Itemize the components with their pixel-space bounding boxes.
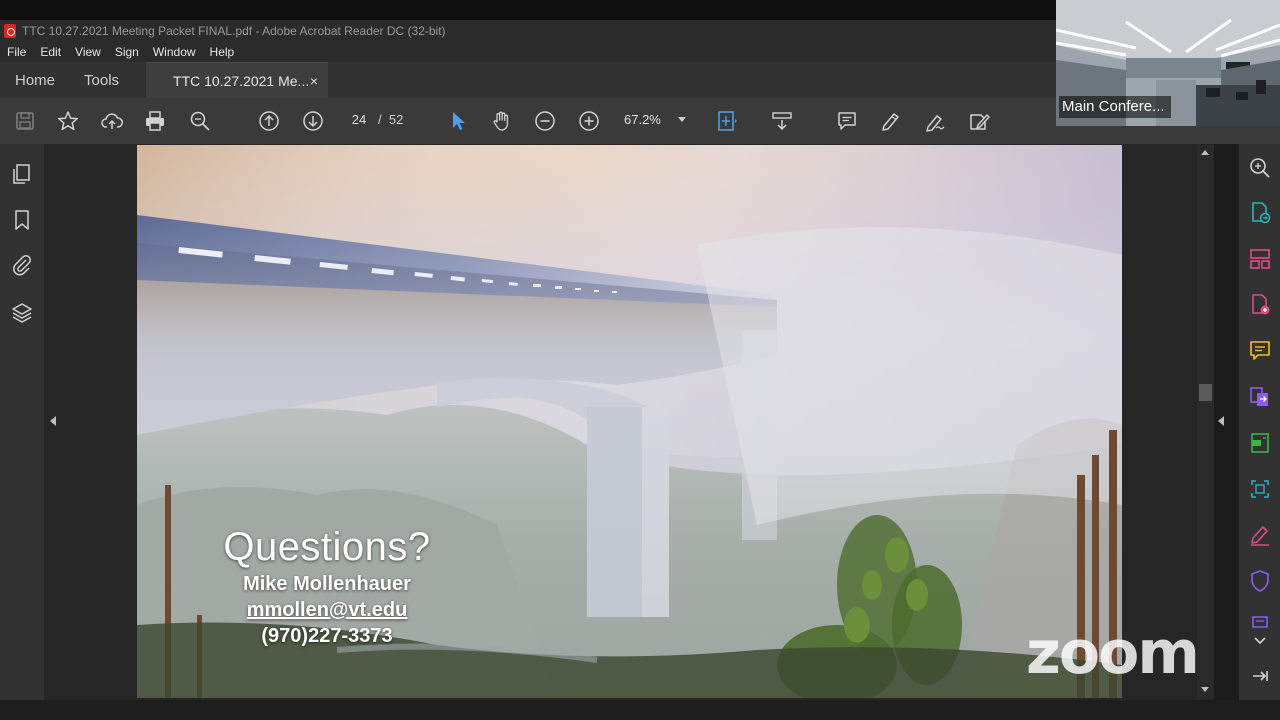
zoom-video-tile[interactable]: Main Confere... — [1056, 0, 1280, 126]
scrolling-mode-icon[interactable] — [769, 108, 795, 134]
organize-pages-icon[interactable] — [1248, 247, 1272, 271]
scroll-up-icon[interactable] — [1201, 150, 1209, 155]
create-pdf-icon[interactable] — [1248, 293, 1272, 317]
scroll-thumb[interactable] — [1199, 384, 1212, 401]
layers-icon[interactable] — [10, 301, 34, 325]
cloud-upload-icon[interactable] — [99, 108, 125, 134]
comment-tool-icon[interactable] — [1248, 339, 1272, 363]
page-count: / 52 — [378, 112, 404, 127]
vertical-scrollbar[interactable] — [1197, 145, 1214, 698]
expand-tools-chevron-icon[interactable] — [1248, 629, 1272, 653]
next-page-icon[interactable] — [300, 108, 326, 134]
attachments-icon[interactable] — [10, 253, 34, 277]
app-window: TTC 10.27.2021 Meeting Packet FINAL.pdf … — [0, 0, 1280, 720]
fit-page-icon[interactable] — [714, 108, 740, 134]
edit-pdf-icon[interactable] — [1248, 431, 1272, 455]
left-nav-panel — [0, 144, 44, 700]
menu-sign[interactable]: Sign — [108, 45, 146, 59]
status-bar — [0, 700, 1280, 720]
zoom-in-icon[interactable] — [576, 108, 602, 134]
acrobat-logo-icon — [4, 24, 16, 38]
menu-view[interactable]: View — [68, 45, 108, 59]
combine-files-icon[interactable] — [1248, 385, 1272, 409]
page-thumbnails-icon[interactable] — [10, 162, 34, 186]
presenter-email-link[interactable]: mmollen@vt.edu — [167, 597, 487, 623]
window-title: TTC 10.27.2021 Meeting Packet FINAL.pdf … — [22, 24, 446, 38]
star-icon[interactable] — [55, 108, 81, 134]
export-pdf-icon[interactable] — [1248, 201, 1272, 225]
tab-document[interactable]: TTC 10.27.2021 Me... × — [146, 62, 329, 98]
search-tool-icon[interactable] — [1248, 156, 1272, 180]
search-zoom-icon[interactable] — [187, 108, 213, 134]
fill-sign-icon[interactable] — [966, 108, 992, 134]
zoom-level-select[interactable]: 67.2% — [624, 109, 661, 131]
close-tab-icon[interactable]: × — [310, 73, 318, 89]
print-icon[interactable] — [142, 108, 168, 134]
zoom-watermark: zoom — [1026, 618, 1200, 688]
previous-page-icon[interactable] — [256, 108, 282, 134]
tab-home[interactable]: Home — [0, 62, 69, 98]
zoom-out-icon[interactable] — [532, 108, 558, 134]
protect-icon[interactable] — [1248, 569, 1272, 593]
highlight-pen-icon[interactable] — [878, 108, 904, 134]
collapse-left-panel-icon[interactable] — [50, 416, 56, 426]
comment-icon[interactable] — [834, 108, 860, 134]
zoom-dropdown-icon[interactable] — [678, 117, 686, 122]
slide-heading: Questions? — [223, 525, 431, 569]
tab-tools[interactable]: Tools — [69, 62, 134, 98]
video-participant-label: Main Confere... — [1059, 96, 1171, 118]
menu-edit[interactable]: Edit — [33, 45, 68, 59]
bookmarks-icon[interactable] — [10, 208, 34, 232]
collapse-right-panel-icon[interactable] — [1218, 416, 1224, 426]
sign-icon[interactable] — [922, 108, 948, 134]
presenter-phone: (970)227-3373 — [261, 625, 393, 647]
menu-help[interactable]: Help — [203, 45, 242, 59]
presenter-name: Mike Mollenhauer — [243, 573, 411, 595]
scroll-down-icon[interactable] — [1201, 687, 1209, 692]
scan-ocr-icon[interactable] — [1248, 477, 1272, 501]
save-icon[interactable] — [12, 108, 38, 134]
page-number-input[interactable]: 24 — [343, 109, 375, 131]
right-tools-panel — [1239, 144, 1280, 700]
select-cursor-icon[interactable] — [445, 108, 471, 134]
tab-document-label: TTC 10.27.2021 Me... — [173, 72, 310, 89]
menu-window[interactable]: Window — [146, 45, 203, 59]
hand-tool-icon[interactable] — [489, 108, 515, 134]
fill-and-sign-icon[interactable] — [1248, 523, 1272, 547]
collapse-tools-pane-icon[interactable] — [1248, 664, 1272, 688]
pdf-page: Questions? Mike Mollenhauer mmollen@vt.e… — [137, 145, 1122, 698]
slide-contact-block: Questions? Mike Mollenhauer mmollen@vt.e… — [167, 525, 487, 649]
menu-file[interactable]: File — [0, 45, 33, 59]
